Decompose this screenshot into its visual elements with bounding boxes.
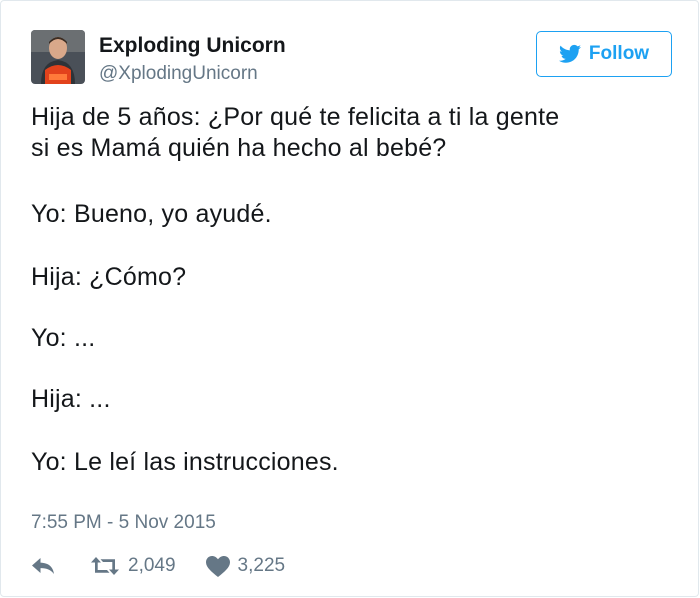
tweet-line: Yo: Le leí las instrucciones.	[31, 448, 339, 476]
tweet-line: Yo: ...	[31, 324, 96, 352]
twitter-bird-icon	[558, 44, 581, 63]
tweet-line: Hija de 5 años: ¿Por qué te felicita a t…	[31, 103, 560, 131]
reply-button[interactable]	[31, 556, 55, 576]
display-name[interactable]: Exploding Unicorn	[99, 34, 286, 58]
tweet-timestamp[interactable]: 7:55 PM - 5 Nov 2015	[31, 512, 216, 534]
like-button[interactable]: 3,225	[205, 555, 286, 577]
avatar[interactable]	[31, 30, 85, 84]
tweet-line: si es Mamá quién ha hecho al bebé?	[31, 134, 447, 162]
retweet-icon	[91, 557, 119, 575]
heart-icon	[205, 555, 230, 577]
follow-button[interactable]: Follow	[536, 31, 672, 77]
user-handle[interactable]: @XplodingUnicorn	[99, 63, 258, 85]
reply-icon	[32, 558, 54, 574]
follow-label: Follow	[588, 43, 650, 64]
like-count: 3,225	[237, 555, 286, 576]
avatar-photo	[31, 30, 85, 84]
retweet-count: 2,049	[128, 555, 176, 576]
tweet-line: Hija: ...	[31, 385, 111, 413]
retweet-button[interactable]: 2,049	[90, 555, 176, 577]
tweet-actions: 2,049 3,225	[31, 551, 285, 581]
tweet-line: Hija: ¿Cómo?	[31, 263, 187, 291]
tweet-line: Yo: Bueno, yo ayudé.	[31, 200, 272, 228]
tweet-card: Exploding Unicorn @XplodingUnicorn Follo…	[0, 0, 699, 597]
